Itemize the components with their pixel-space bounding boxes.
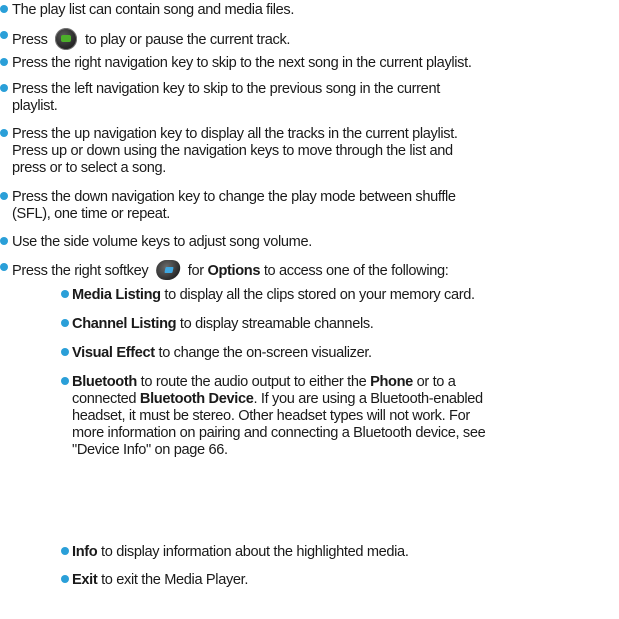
option-item: Media Listing to display all the clips s…: [0, 287, 619, 304]
bullet-icon: [61, 319, 69, 327]
option-item: Channel Listing to display streamable ch…: [0, 316, 619, 333]
bullet-icon: [0, 5, 8, 13]
list-item: Use the side volume keys to adjust song …: [0, 234, 619, 251]
right-softkey-icon: [153, 260, 183, 280]
bullet-icon: [61, 547, 69, 555]
bullet-icon: [0, 129, 8, 137]
list-item: Press to play or pause the current track…: [0, 28, 619, 50]
bullet-icon: [0, 31, 8, 39]
bullet-icon: [61, 377, 69, 385]
ok-play-key-icon: [55, 28, 78, 50]
manual-page: The play list can contain song and media…: [0, 0, 619, 619]
option-item: Info to display information about the hi…: [0, 544, 619, 561]
bullet-icon: [0, 58, 8, 66]
bullet-icon: [0, 263, 8, 271]
list-item: Press the down navigation key to change …: [0, 189, 619, 223]
option-item: Exit to exit the Media Player.: [0, 572, 619, 589]
option-item: Visual Effect to change the on-screen vi…: [0, 345, 619, 362]
bullet-icon: [61, 348, 69, 356]
bullet-icon: [0, 237, 8, 245]
list-item: Press the right softkey for Options to a…: [0, 260, 619, 280]
option-item: Bluetooth to route the audio output to e…: [0, 374, 619, 459]
list-item: The play list can contain song and media…: [0, 2, 619, 19]
list-item: Press the right navigation key to skip t…: [0, 55, 619, 72]
list-item: Press the up navigation key to display a…: [0, 126, 619, 177]
bullet-icon: [0, 192, 8, 200]
bullet-icon: [61, 575, 69, 583]
bullet-icon: [61, 290, 69, 298]
list-item: Press the left navigation key to skip to…: [0, 81, 619, 115]
bullet-icon: [0, 84, 8, 92]
